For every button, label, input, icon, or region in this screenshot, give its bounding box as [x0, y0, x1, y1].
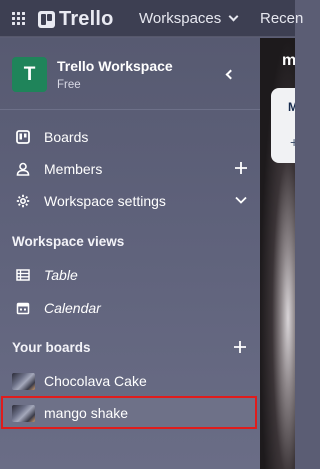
- plus-icon[interactable]: [233, 340, 247, 354]
- top-navigation-bar: Trello Workspaces Recen: [0, 0, 303, 37]
- board-canvas: m M +: [260, 38, 295, 469]
- recent-menu[interactable]: Recen: [260, 10, 303, 27]
- sidebar-item-label: Calendar: [44, 300, 101, 316]
- workspaces-menu-label: Workspaces: [139, 10, 222, 27]
- chevron-down-icon[interactable]: [234, 193, 248, 207]
- logo-text: Trello: [59, 8, 114, 30]
- board-thumbnail: [12, 373, 35, 390]
- workspaces-menu[interactable]: Workspaces: [139, 10, 239, 27]
- gear-icon: [16, 194, 30, 208]
- sidebar-item-label: Members: [44, 161, 103, 177]
- trello-logo-icon: [38, 11, 55, 28]
- sidebar-item-label: Boards: [44, 129, 89, 145]
- chevron-down-icon: [228, 11, 239, 22]
- sidebar-item-label: Workspace settings: [44, 193, 166, 209]
- chevron-left-icon: [225, 69, 236, 80]
- board-item-label: mango shake: [44, 405, 129, 421]
- board-item-mango-shake[interactable]: mango shake: [0, 398, 260, 428]
- workspace-name[interactable]: Trello Workspace: [57, 58, 173, 74]
- sidebar-item-label: Table: [44, 267, 78, 283]
- board-icon: [16, 130, 30, 144]
- add-card-button[interactable]: +: [290, 134, 295, 150]
- board-item-label: Chocolava Cake: [44, 373, 147, 389]
- plus-icon[interactable]: [234, 161, 248, 175]
- calendar-icon: [16, 302, 30, 315]
- recent-menu-label: Recen: [260, 10, 304, 27]
- workspace-views-heading: Workspace views: [12, 234, 125, 249]
- app-switcher-icon[interactable]: [12, 12, 25, 25]
- table-icon: [16, 269, 30, 281]
- trello-logo[interactable]: Trello: [38, 8, 114, 31]
- workspace-avatar: T: [12, 57, 47, 92]
- board-list[interactable]: M +: [271, 88, 295, 163]
- sidebar-item-table[interactable]: Table: [0, 260, 260, 290]
- board-thumbnail: [12, 405, 35, 422]
- board-title[interactable]: m: [282, 52, 295, 70]
- list-title: M: [288, 100, 295, 114]
- sidebar-item-calendar[interactable]: Calendar: [0, 293, 260, 323]
- workspace-header: T Trello Workspace Free: [0, 38, 260, 110]
- your-boards-heading: Your boards: [12, 340, 91, 355]
- board-item-chocolava-cake[interactable]: Chocolava Cake: [0, 366, 260, 396]
- sidebar-item-members[interactable]: Members: [0, 154, 260, 184]
- collapse-sidebar-button[interactable]: [221, 66, 239, 84]
- person-icon: [16, 162, 30, 176]
- workspace-sidebar: T Trello Workspace Free Boards Members W…: [0, 38, 260, 469]
- sidebar-item-workspace-settings[interactable]: Workspace settings: [0, 186, 260, 216]
- workspace-plan: Free: [57, 79, 81, 91]
- sidebar-item-boards[interactable]: Boards: [0, 122, 260, 152]
